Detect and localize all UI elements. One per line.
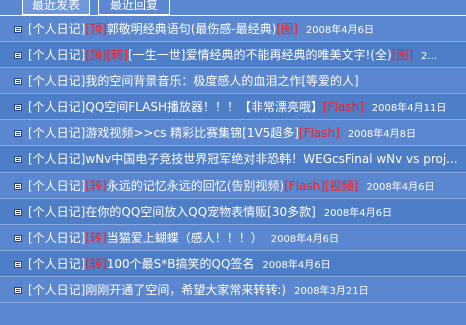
- post-category[interactable]: [个人日记]: [28, 126, 85, 140]
- post-date: 2008年3月21日: [294, 285, 369, 297]
- post-category[interactable]: [个人日记]: [28, 22, 85, 36]
- list-item[interactable]: [个人日记]在你的QQ空间放入QQ宠物表情贩[30多款] 2008年4月6日: [0, 198, 466, 225]
- list-item[interactable]: [个人日记]游戏视频>>cs 精彩比赛集锦[1V5超多][Flash] 2008年…: [0, 120, 466, 147]
- post-category[interactable]: [个人日记]: [28, 152, 85, 166]
- list-item[interactable]: [个人日记]刚刚开通了空间，希望大家常来转转:) 2008年3月21日: [0, 277, 466, 304]
- post-suffix: [Flash][视频]: [284, 178, 359, 193]
- post-suffix: [图]: [276, 22, 298, 36]
- post-title[interactable]: 永远的记忆永远的回忆(告别视频): [107, 179, 284, 193]
- post-category[interactable]: [个人日记]: [28, 283, 85, 297]
- post-suffix: [图]: [391, 48, 414, 63]
- document-icon: [14, 78, 22, 86]
- post-category[interactable]: [个人日记]: [28, 205, 85, 219]
- post-title[interactable]: 刚刚开通了空间，希望大家常来转转:): [85, 283, 286, 297]
- post-prefix: [转]: [85, 178, 107, 193]
- document-icon: [14, 156, 22, 164]
- document-icon: [14, 286, 22, 294]
- post-title[interactable]: 当猫爱上蝴蝶（感人！！！）: [107, 231, 263, 245]
- tab-bar: 最近发表 最近回复: [0, 0, 466, 16]
- post-prefix: [顶][转]: [85, 48, 129, 63]
- document-icon: [14, 260, 22, 268]
- list-item[interactable]: [个人日记]wNv中国电子竞技世界冠军绝对非恐韩！WEGcsFinal wNv …: [0, 146, 466, 173]
- post-category[interactable]: [个人日记]: [28, 48, 85, 62]
- post-title[interactable]: 100个最S*B搞笑的QQ签名: [107, 257, 255, 271]
- list-item[interactable]: [个人日记][转]100个最S*B搞笑的QQ签名 2008年4月6日: [0, 250, 466, 277]
- post-date: 2008年4月6日: [323, 207, 392, 219]
- post-suffix: [Flash]: [322, 100, 364, 115]
- post-date: 2008年4月6日: [305, 25, 375, 36]
- post-title[interactable]: QQ空间FLASH播放器！！！【非常漂亮哦】: [85, 100, 323, 114]
- post-list: [个人日记][顶]郭敬明经典语句(最伤感-最经典)[图] 2008年4月6日 [个…: [0, 16, 466, 325]
- list-item[interactable]: [个人日记]我的空间背景音乐：极度感人的血泪之作[等爱的人]: [0, 68, 466, 95]
- post-title[interactable]: 我的空间背景音乐：极度感人的血泪之作[等爱的人]: [85, 74, 358, 88]
- post-title[interactable]: 游戏视频>>cs 精彩比赛集锦[1V5超多]: [85, 126, 299, 140]
- post-category[interactable]: [个人日记]: [28, 231, 85, 245]
- post-category[interactable]: [个人日记]: [28, 74, 85, 88]
- post-prefix: [顶]: [85, 22, 107, 36]
- list-item[interactable]: [个人日记]QQ空间FLASH播放器！！！【非常漂亮哦】[Flash] 2008年…: [0, 94, 466, 121]
- post-prefix: [转]: [85, 256, 107, 271]
- post-category[interactable]: [个人日记]: [28, 257, 85, 271]
- post-prefix: [转]: [85, 230, 107, 245]
- post-date: 2008年4月6日: [270, 233, 339, 245]
- post-title[interactable]: wNv中国电子竞技世界冠军绝对非恐韩！WEGcsFinal wNv vs pro…: [85, 152, 457, 166]
- post-category[interactable]: [个人日记]: [28, 100, 85, 114]
- post-category[interactable]: [个人日记]: [28, 179, 85, 193]
- post-date: 2008年4月8日: [347, 129, 416, 141]
- list-item[interactable]: [个人日记][转]永远的记忆永远的回忆(告别视频)[Flash][视频] 2008…: [0, 173, 466, 199]
- post-date: 2008年4月6日: [366, 181, 435, 193]
- post-date: 2...: [421, 51, 437, 63]
- post-date: 2008年4月11日: [371, 103, 447, 115]
- document-icon: [14, 208, 22, 216]
- post-suffix: [Flash]: [299, 126, 340, 141]
- list-item[interactable]: [个人日记][顶][转][一生一世]爱情经典的不能再经典的唯美文字!(全)[图]…: [0, 42, 466, 69]
- post-date: 2008年4月6日: [262, 259, 331, 271]
- document-icon: [14, 234, 22, 242]
- document-icon: [14, 104, 22, 112]
- list-item[interactable]: [个人日记][转]当猫爱上蝴蝶（感人！！！） 2008年4月6日: [0, 225, 466, 251]
- document-icon: [14, 52, 22, 60]
- tab-recent-posts[interactable]: 最近发表: [22, 0, 90, 15]
- document-icon: [14, 182, 22, 190]
- post-title[interactable]: 在你的QQ空间放入QQ宠物表情贩[30多款]: [85, 205, 315, 219]
- tab-recent-replies[interactable]: 最近回复: [98, 0, 170, 15]
- list-item[interactable]: [个人日记][顶]郭敬明经典语句(最伤感-最经典)[图] 2008年4月6日: [0, 16, 466, 43]
- document-icon: [14, 26, 22, 33]
- post-title[interactable]: 郭敬明经典语句(最伤感-最经典): [107, 22, 277, 36]
- post-title[interactable]: [一生一世]爱情经典的不能再经典的唯美文字!(全): [128, 48, 392, 62]
- document-icon: [14, 130, 22, 138]
